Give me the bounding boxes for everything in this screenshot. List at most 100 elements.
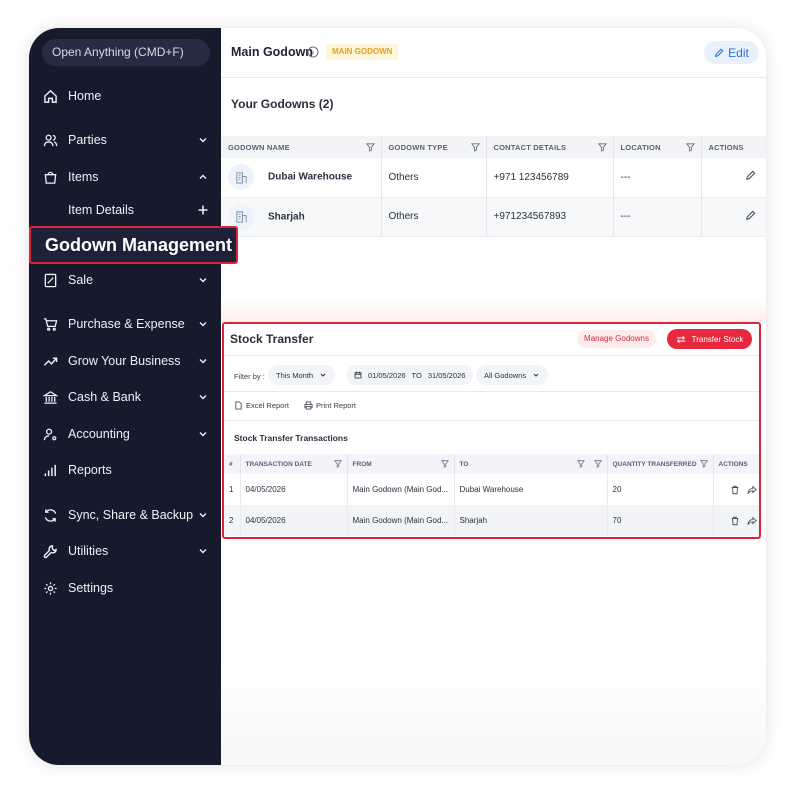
filter-icon[interactable] [576,459,585,468]
column-header[interactable]: LOCATION [613,136,702,158]
plus-icon[interactable] [197,204,209,216]
table-header-row: GODOWN NAME GODOWN TYPE CONTACT DETAILS … [221,136,766,158]
date-cell: 04/05/2026 [240,505,348,536]
sidebar-item-items[interactable]: Items [29,166,221,188]
sidebar-item-utilities[interactable]: Utilities [29,540,221,562]
column-header: ACTIONS [713,454,759,474]
sidebar-item-label: Item Details [68,203,134,217]
column-header[interactable]: TRANSACTION DATE [240,454,348,474]
sidebar-item-label: Accounting [68,427,130,441]
chevron-up-icon [199,174,207,179]
home-icon [42,88,58,104]
row-number-cell: 2 [224,505,241,536]
stock-transfer-panel: Stock Transfer Manage Godowns Transfer S… [222,322,761,539]
bar-chart-icon [42,462,58,478]
to-cell: Dubai Warehouse [454,474,608,505]
building-icon [228,164,254,191]
table-header-row: # TRANSACTION DATE FROM TO QUANTITY TRAN… [224,454,759,474]
chevron-down-icon [199,278,207,283]
sidebar-item-purchase-expense[interactable]: Purchase & Expense [29,313,221,335]
table-row[interactable]: 1 04/05/2026 Main Godown (Main God... Du… [224,474,759,505]
from-cell: Main Godown (Main God... [347,474,455,505]
sidebar-item-godown-management[interactable]: Godown Management [29,226,238,264]
print-report-button[interactable]: Print Report [304,401,356,410]
actions-cell [713,474,759,505]
manage-godowns-button[interactable]: Manage Godowns [577,330,656,348]
cart-icon [42,316,58,332]
shopping-bag-icon [42,169,58,185]
page-title: Main Godown [231,45,313,59]
filter-icon[interactable] [440,459,449,468]
sidebar-item-label: Parties [68,133,107,147]
sidebar-item-sale[interactable]: Sale [29,269,221,291]
wrench-icon [42,543,58,559]
sidebar-item-label: Reports [68,463,112,477]
main-content: Main Godown MAIN GODOWN Edit Your Godown… [221,28,766,765]
location-cell: --- [613,158,702,198]
period-dropdown[interactable]: This Month [268,365,336,385]
date-range-picker[interactable]: 01/05/2026 TO 31/05/2026 [346,365,474,385]
transfer-stock-button[interactable]: Transfer Stock [667,329,752,349]
sidebar-item-cash-bank[interactable]: Cash & Bank [29,386,221,408]
chevron-down-icon [199,138,207,143]
edit-pencil-icon[interactable] [745,210,756,221]
app-window: Open Anything (CMD+F) Home Parties Items… [29,28,766,765]
chevron-down-icon [199,359,207,364]
status-badge: MAIN GODOWN [326,44,399,60]
info-icon[interactable] [307,46,319,58]
share-icon[interactable] [747,516,757,526]
filter-icon[interactable] [593,459,602,468]
filter-icon[interactable] [699,459,708,468]
share-icon[interactable] [747,485,757,495]
transactions-table: # TRANSACTION DATE FROM TO QUANTITY TRAN… [224,454,759,536]
table-row[interactable]: Dubai Warehouse Others +971 123456789 --… [221,158,766,198]
godown-type-cell: Others [381,197,487,237]
divider [221,298,766,322]
pencil-icon [715,47,724,57]
sidebar-item-settings[interactable]: Settings [29,577,221,599]
table-row[interactable]: 2 04/05/2026 Main Godown (Main God... Sh… [224,505,759,536]
actions-cell [701,197,766,237]
sidebar-item-reports[interactable]: Reports [29,459,221,481]
sidebar-item-home[interactable]: Home [29,85,221,107]
transfer-icon [676,335,685,343]
edit-label: Edit [728,45,749,60]
actions-cell [701,158,766,198]
edit-button[interactable]: Edit [704,41,759,64]
table-row[interactable]: Sharjah Others +971234567893 --- [221,197,766,237]
sidebar-item-sync-share-backup[interactable]: Sync, Share & Backup [29,504,221,526]
filter-icon[interactable] [597,142,607,152]
calendar-icon [354,371,362,379]
excel-report-button[interactable]: Excel Report [234,401,289,410]
divider [224,391,759,392]
search-input[interactable]: Open Anything (CMD+F) [42,39,210,66]
sidebar-item-item-details[interactable]: Item Details [29,199,221,221]
from-cell: Main Godown (Main God... [347,505,455,536]
sidebar-item-parties[interactable]: Parties [29,129,221,151]
filter-icon[interactable] [470,142,480,152]
delete-icon[interactable] [730,516,740,526]
sidebar-item-accounting[interactable]: Accounting [29,423,221,445]
edit-pencil-icon[interactable] [745,170,756,181]
column-header[interactable]: CONTACT DETAILS [486,136,614,158]
godown-filter-dropdown[interactable]: All Godowns [476,365,549,385]
sidebar-item-grow-your-business[interactable]: Grow Your Business [29,350,221,372]
column-header[interactable]: FROM [347,454,455,474]
filter-icon[interactable] [685,142,695,152]
page-header: Main Godown MAIN GODOWN Edit [221,28,766,78]
column-header[interactable]: GODOWN TYPE [381,136,487,158]
date-cell: 04/05/2026 [240,474,348,505]
location-cell: --- [613,197,702,237]
delete-icon[interactable] [730,485,740,495]
godowns-title: Your Godowns (2) [231,97,334,111]
sidebar-item-label: Utilities [68,544,109,558]
column-header[interactable]: GODOWN NAME [221,136,382,158]
contact-cell: +971 123456789 [486,158,614,198]
column-header[interactable]: QUANTITY TRANSFERRED [607,454,714,474]
column-header[interactable]: TO [454,454,608,474]
contact-cell: +971234567893 [486,197,614,237]
filter-icon[interactable] [365,142,375,152]
filter-icon[interactable] [333,459,342,468]
chevron-down-icon [199,513,207,518]
godown-type-cell: Others [381,158,487,198]
